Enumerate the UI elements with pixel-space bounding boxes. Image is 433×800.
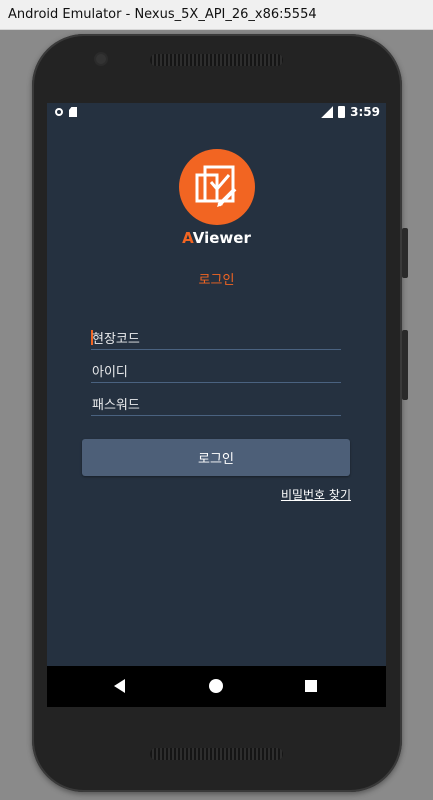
password-input[interactable] — [91, 395, 342, 416]
recent-apps-icon[interactable] — [305, 680, 317, 692]
back-icon[interactable] — [114, 679, 125, 693]
volume-button[interactable] — [402, 330, 408, 400]
signal-icon: LTE — [321, 106, 334, 118]
notification-icon — [55, 108, 63, 116]
device-screen: LTE 3:59 AViewer 로그인 로그인 비밀번호 찾기 — [47, 103, 386, 707]
brand-name: Viewer — [192, 229, 251, 247]
login-button[interactable]: 로그인 — [82, 439, 350, 476]
power-button[interactable] — [402, 228, 408, 278]
network-type: LTE — [317, 104, 328, 111]
id-input[interactable] — [91, 362, 342, 383]
window-title: Android Emulator - Nexus_5X_API_26_x86:5… — [8, 7, 317, 22]
app-brand: AViewer — [47, 229, 386, 247]
status-bar: LTE 3:59 — [47, 103, 386, 123]
bottom-speaker — [150, 748, 283, 760]
home-icon[interactable] — [209, 679, 223, 693]
find-password-link[interactable]: 비밀번호 찾기 — [281, 486, 351, 503]
site-code-field[interactable] — [91, 328, 342, 350]
text-cursor — [91, 330, 93, 345]
status-time: 3:59 — [350, 105, 380, 119]
login-title: 로그인 — [198, 273, 235, 288]
logo-icon — [179, 149, 255, 225]
navigation-bar — [47, 666, 386, 707]
password-field[interactable] — [91, 394, 342, 416]
emulator-title-bar: Android Emulator - Nexus_5X_API_26_x86:5… — [0, 0, 433, 30]
id-field[interactable] — [91, 361, 342, 383]
top-speaker — [150, 54, 283, 66]
front-camera — [96, 54, 106, 64]
battery-icon — [338, 106, 346, 118]
sd-card-icon — [69, 107, 77, 117]
brand-prefix: A — [182, 229, 193, 247]
site-code-input[interactable] — [91, 329, 342, 350]
